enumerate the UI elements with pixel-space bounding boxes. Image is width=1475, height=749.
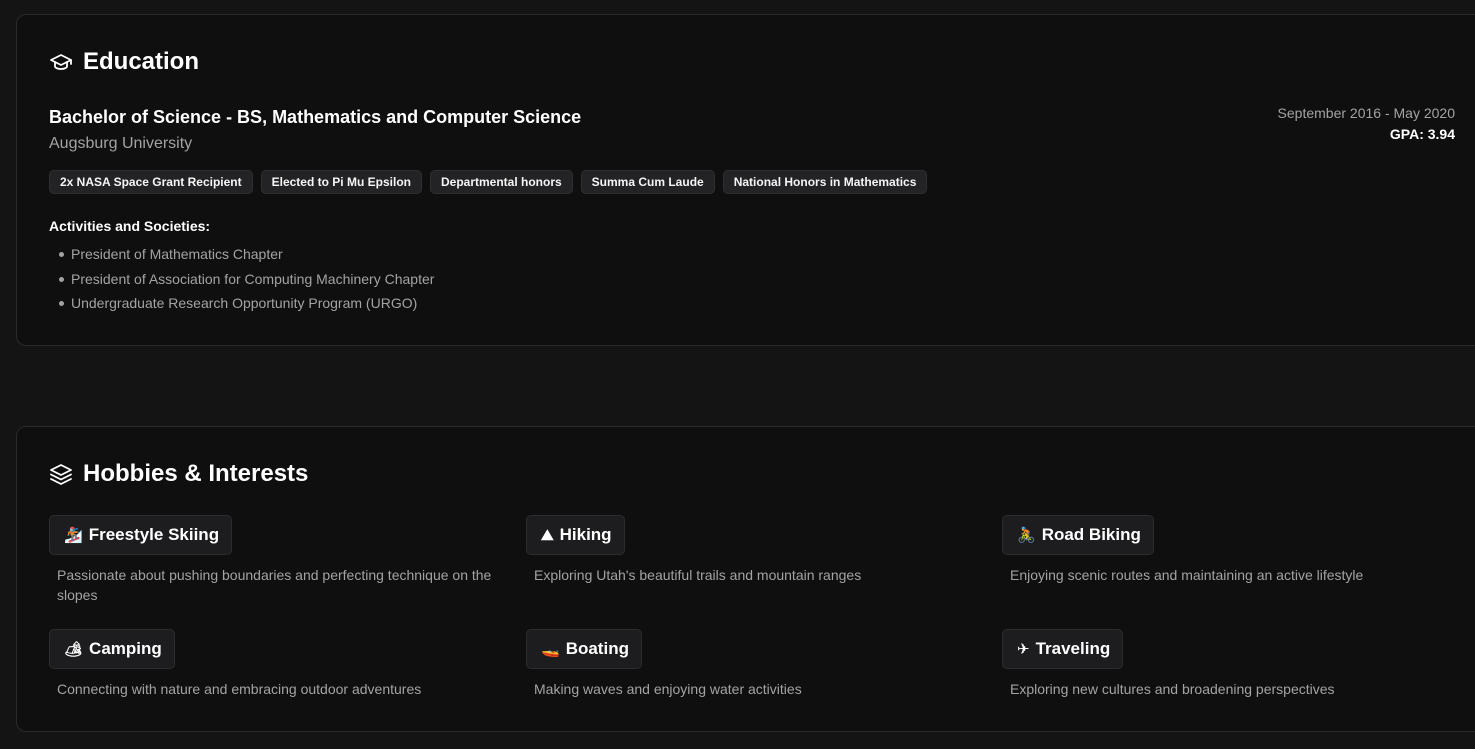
activity-item: President of Association for Computing M… (57, 269, 434, 294)
hobby-description: Making waves and enjoying water activiti… (534, 681, 802, 697)
honor-badge: Summa Cum Laude (580, 170, 715, 194)
hobbies-heading: Hobbies & Interests (49, 460, 308, 488)
activity-item: Undergraduate Research Opportunity Progr… (57, 293, 434, 318)
cyclist-icon: 🚴 (1017, 526, 1036, 544)
hobby-chip: 🏕 Camping (49, 629, 175, 669)
honor-badge: Elected to Pi Mu Epsilon (260, 170, 422, 194)
hobby-chip: ✈ Traveling (1002, 629, 1124, 669)
activity-item: President of Mathematics Chapter (57, 244, 434, 269)
hobby-name: Traveling (1035, 639, 1111, 658)
activities-list: President of Mathematics Chapter Preside… (57, 244, 434, 318)
degree-title: Bachelor of Science - BS, Mathematics an… (49, 107, 582, 127)
honors-badges: 2x NASA Space Grant Recipient Elected to… (49, 170, 928, 194)
mountain-icon: ⛰ (541, 526, 554, 544)
education-title: Education (83, 48, 200, 75)
hobby-name: Road Biking (1041, 525, 1141, 544)
hobby-description: Exploring new cultures and broadening pe… (1010, 681, 1335, 697)
speedboat-icon: 🚤 (541, 640, 560, 658)
hobby-description: Connecting with nature and embracing out… (57, 681, 422, 697)
hobby-chip: 🚴 Road Biking (1002, 515, 1154, 555)
snowboarder-icon: 🏂 (64, 526, 83, 544)
hobby-chip: 🚤 Boating (526, 629, 642, 669)
hobbies-card: Hobbies & Interests 🏂 Freestyle Skiing P… (16, 426, 1475, 732)
education-dates: September 2016 - May 2020 (1277, 105, 1455, 121)
school-name: Augsburg University (49, 135, 193, 152)
hobby-name: Camping (89, 639, 162, 658)
hobby-description: Exploring Utah's beautiful trails and mo… (534, 567, 862, 583)
airplane-icon: ✈ (1017, 640, 1030, 658)
hobby-camping: 🏕 Camping Connecting with nature and emb… (49, 629, 509, 699)
hobby-description: Enjoying scenic routes and maintaining a… (1010, 567, 1364, 583)
hobby-name: Freestyle Skiing (88, 525, 220, 544)
honor-badge: 2x NASA Space Grant Recipient (49, 170, 253, 194)
hobby-traveling: ✈ Traveling Exploring new cultures and b… (1002, 629, 1462, 699)
hobby-name: Boating (565, 639, 629, 658)
hobby-hiking: ⛰ Hiking Exploring Utah's beautiful trai… (526, 515, 986, 585)
hobby-freestyle-skiing: 🏂 Freestyle Skiing Passionate about push… (49, 515, 509, 605)
hobby-name: Hiking (559, 525, 612, 544)
education-card: Education Bachelor of Science - BS, Math… (16, 14, 1475, 346)
hobby-boating: 🚤 Boating Making waves and enjoying wate… (526, 629, 986, 699)
activities-label: Activities and Societies: (49, 218, 211, 234)
camping-icon: 🏕 (64, 640, 84, 658)
education-heading: Education (49, 48, 199, 76)
honor-badge: National Honors in Mathematics (722, 170, 928, 194)
hobby-description: Passionate about pushing boundaries and … (57, 567, 492, 603)
graduation-cap-icon (49, 50, 73, 74)
layers-icon (49, 462, 73, 486)
hobby-chip: ⛰ Hiking (526, 515, 625, 555)
honor-badge: Departmental honors (429, 170, 573, 194)
hobby-chip: 🏂 Freestyle Skiing (49, 515, 233, 555)
hobby-road-biking: 🚴 Road Biking Enjoying scenic routes and… (1002, 515, 1462, 585)
gpa-value: GPA: 3.94 (1389, 126, 1455, 142)
hobbies-title: Hobbies & Interests (83, 460, 309, 487)
